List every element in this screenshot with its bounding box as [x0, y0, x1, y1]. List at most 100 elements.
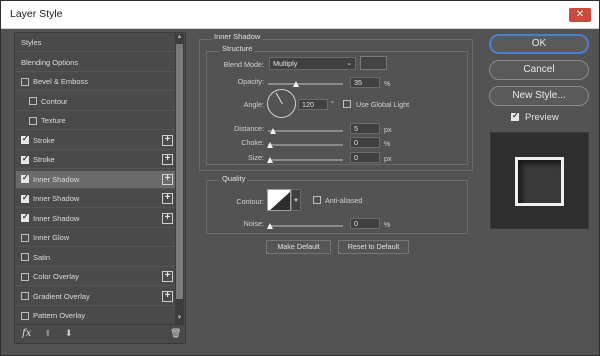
sidebar-checkbox[interactable]: [21, 173, 29, 183]
sidebar-item-label: Inner Glow: [33, 233, 70, 242]
sidebar-item-label: Blending Options: [21, 57, 79, 67]
cancel-button[interactable]: Cancel: [489, 60, 589, 80]
noise-label: Noise:: [243, 219, 264, 228]
scrollbar-thumb[interactable]: [176, 44, 183, 299]
sidebar-item-label: Texture: [41, 116, 66, 125]
opacity-input[interactable]: 35: [350, 77, 380, 88]
sidebar-checkbox[interactable]: [21, 233, 29, 242]
contour-preview[interactable]: [267, 189, 291, 211]
quality-title: Quality: [220, 174, 248, 183]
sidebar-item-pattern-overlay[interactable]: Pattern Overlay: [16, 307, 175, 325]
reset-to-default-button[interactable]: Reset to Default: [338, 240, 409, 254]
opacity-slider-handle[interactable]: [293, 81, 299, 87]
size-slider-track[interactable]: [268, 159, 343, 161]
preview-checkbox[interactable]: [511, 111, 519, 121]
size-input[interactable]: 0: [350, 152, 380, 163]
noise-slider-track[interactable]: [268, 225, 343, 227]
size-slider-handle[interactable]: [267, 157, 273, 163]
sidebar-item-gradient-overlay[interactable]: Gradient Overlay +: [16, 288, 175, 306]
global-light-label: Use Global Light: [356, 100, 410, 109]
distance-slider-track[interactable]: [268, 130, 343, 132]
global-light-checkbox[interactable]: [343, 100, 351, 108]
sidebar-item-contour[interactable]: Contour: [16, 93, 175, 111]
scroll-up-arrow-icon[interactable]: ▲: [175, 34, 184, 43]
blend-mode-value: Multiply: [273, 59, 298, 68]
sidebar-item-inner-shadow[interactable]: Inner Shadow +: [16, 170, 175, 189]
sidebar-item-inner-shadow[interactable]: Inner Shadow +: [16, 190, 175, 208]
angle-dial[interactable]: [267, 89, 296, 118]
sidebar-item-inner-shadow[interactable]: Inner Shadow +: [16, 210, 175, 228]
distance-label: Distance:: [234, 124, 264, 133]
sidebar-item-texture[interactable]: Texture: [16, 112, 175, 130]
sidebar-item-label: Satin: [33, 252, 51, 262]
opacity-unit: %: [384, 79, 391, 88]
add-effect-plus-icon[interactable]: +: [162, 134, 173, 146]
sidebar-item-label: Color Overlay: [33, 272, 79, 281]
sidebar-item-label: Stroke: [33, 135, 55, 145]
add-effect-plus-icon[interactable]: +: [162, 290, 173, 302]
contour-chevron-down-icon[interactable]: ▼: [291, 189, 301, 211]
sidebar-item-bevel-emboss[interactable]: Bevel & Emboss: [16, 73, 175, 91]
sidebar-item-satin[interactable]: Satin: [16, 249, 175, 267]
new-style-button[interactable]: New Style...: [489, 86, 589, 106]
choke-slider-track[interactable]: [268, 144, 343, 146]
preview-label: Preview: [525, 112, 559, 123]
opacity-label: Opacity:: [237, 77, 264, 86]
sidebar-item-inner-glow[interactable]: Inner Glow: [16, 229, 175, 247]
ok-button[interactable]: OK: [489, 34, 589, 54]
sidebar-checkbox[interactable]: [29, 97, 37, 105]
sidebar-item-styles[interactable]: Styles: [16, 34, 175, 52]
add-effect-plus-icon[interactable]: +: [162, 212, 173, 224]
shadow-color-swatch[interactable]: [360, 56, 387, 70]
noise-slider-handle[interactable]: [267, 223, 273, 229]
distance-input[interactable]: 5: [350, 123, 380, 134]
structure-title: Structure: [220, 44, 255, 53]
add-effect-plus-icon[interactable]: +: [162, 173, 173, 185]
sidebar-checkbox[interactable]: [21, 134, 29, 144]
list-scrollbar[interactable]: ▲ ▼: [175, 34, 184, 324]
sidebar-item-stroke[interactable]: Stroke +: [16, 132, 175, 150]
noise-unit: %: [384, 220, 391, 229]
sidebar-checkbox[interactable]: [21, 253, 29, 261]
effects-list: Styles Blending Options Bevel & Emboss Cont…: [14, 32, 186, 344]
noise-input[interactable]: 0: [350, 218, 380, 229]
sidebar-item-color-overlay[interactable]: Color Overlay +: [16, 268, 175, 286]
scroll-down-arrow-icon[interactable]: ▼: [175, 315, 184, 324]
sidebar-item-label: Bevel & Emboss: [33, 77, 89, 86]
sidebar-checkbox[interactable]: [21, 212, 29, 222]
move-down-icon[interactable]: ⬇: [65, 328, 73, 339]
sidebar-checkbox[interactable]: [21, 272, 29, 281]
opacity-slider-track[interactable]: [268, 83, 343, 85]
anti-aliased-checkbox[interactable]: [313, 196, 321, 204]
close-button[interactable]: ✕: [569, 8, 591, 22]
move-up-icon[interactable]: ⬆: [44, 328, 52, 339]
add-effect-plus-icon[interactable]: +: [162, 271, 173, 282]
trash-icon[interactable]: 🗑: [170, 328, 181, 339]
sidebar-checkbox[interactable]: [21, 77, 29, 86]
make-default-button[interactable]: Make Default: [266, 240, 331, 254]
add-effect-plus-icon[interactable]: +: [162, 154, 173, 165]
sidebar-item-stroke[interactable]: Stroke +: [16, 151, 175, 169]
sidebar-checkbox[interactable]: [29, 116, 37, 125]
blend-mode-label: Blend Mode:: [223, 60, 264, 69]
sidebar-item-label: Contour: [41, 96, 68, 106]
fx-icon[interactable]: fx: [22, 328, 31, 339]
contour-curve-shape: [268, 190, 290, 210]
add-effect-plus-icon[interactable]: +: [162, 193, 173, 204]
preview-thumbnail: [515, 157, 564, 206]
sidebar-item-blending-options[interactable]: Blending Options: [16, 54, 175, 72]
blend-mode-select[interactable]: Multiply ⌄: [269, 57, 356, 70]
sidebar-item-label: Gradient Overlay: [33, 291, 90, 301]
angle-input[interactable]: 120: [298, 99, 328, 110]
sidebar-checkbox[interactable]: [21, 292, 29, 300]
panel-heading: Inner Shadow: [212, 32, 263, 41]
choke-label: Choke:: [241, 138, 264, 147]
choke-slider-handle[interactable]: [267, 142, 273, 148]
window-title: Layer Style: [10, 8, 63, 20]
choke-input[interactable]: 0: [350, 137, 380, 148]
distance-slider-handle[interactable]: [270, 128, 276, 134]
sidebar-checkbox[interactable]: [21, 311, 29, 320]
sidebar-checkbox[interactable]: [21, 154, 29, 164]
sidebar-item-label: Styles: [21, 38, 42, 47]
sidebar-checkbox[interactable]: [21, 193, 29, 203]
